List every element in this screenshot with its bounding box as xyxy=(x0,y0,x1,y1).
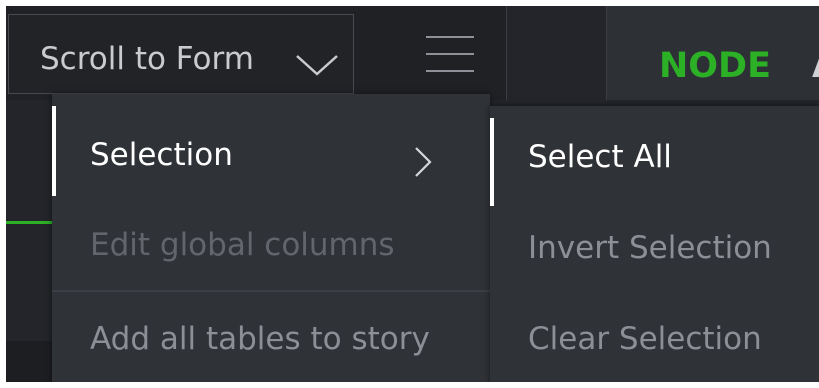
submenu-item-invert-selection[interactable]: Invert Selection xyxy=(490,197,819,287)
submenu-item-label: Invert Selection xyxy=(528,230,772,266)
menu-separator xyxy=(52,290,490,292)
menu-item-edit-global-columns: Edit global columns xyxy=(52,196,490,286)
active-indicator xyxy=(490,118,494,206)
tab-next-label: A xyxy=(812,46,819,86)
tab-node-label: NODE xyxy=(659,46,772,86)
menu-item-label: Selection xyxy=(90,137,233,173)
submenu-item-select-all[interactable]: Select All xyxy=(490,106,819,206)
scroll-to-form-dropdown[interactable]: Scroll to Form xyxy=(8,14,354,94)
underlying-green-indicator xyxy=(6,221,52,224)
toolbar-divider xyxy=(506,6,507,100)
submenu-item-label: Clear Selection xyxy=(528,321,762,357)
selection-submenu: Select All Invert Selection Clear Select… xyxy=(490,106,819,382)
scroll-to-form-label: Scroll to Form xyxy=(40,41,254,77)
menu-item-label: Edit global columns xyxy=(90,227,395,263)
menu-item-selection[interactable]: Selection xyxy=(52,106,490,196)
toolbar: Scroll to Form xyxy=(6,6,506,100)
app-window: Scroll to Form NODE A Sel xyxy=(6,6,819,382)
submenu-item-label: Select All xyxy=(528,139,672,175)
menu-item-add-all-tables[interactable]: Add all tables to story xyxy=(52,290,490,380)
menu-item-label: Add all tables to story xyxy=(90,321,430,357)
chevron-down-icon xyxy=(295,49,339,85)
chevron-right-icon xyxy=(414,146,432,182)
screen: Scroll to Form NODE A Sel xyxy=(0,0,819,388)
active-indicator xyxy=(52,106,56,196)
submenu-item-clear-selection[interactable]: Clear Selection xyxy=(490,288,819,378)
underlying-panel xyxy=(6,341,52,382)
tab-node[interactable]: NODE A xyxy=(606,6,819,100)
hamburger-menu-icon[interactable] xyxy=(426,36,474,74)
context-menu: Selection Edit global columns Add all ta… xyxy=(52,94,490,382)
